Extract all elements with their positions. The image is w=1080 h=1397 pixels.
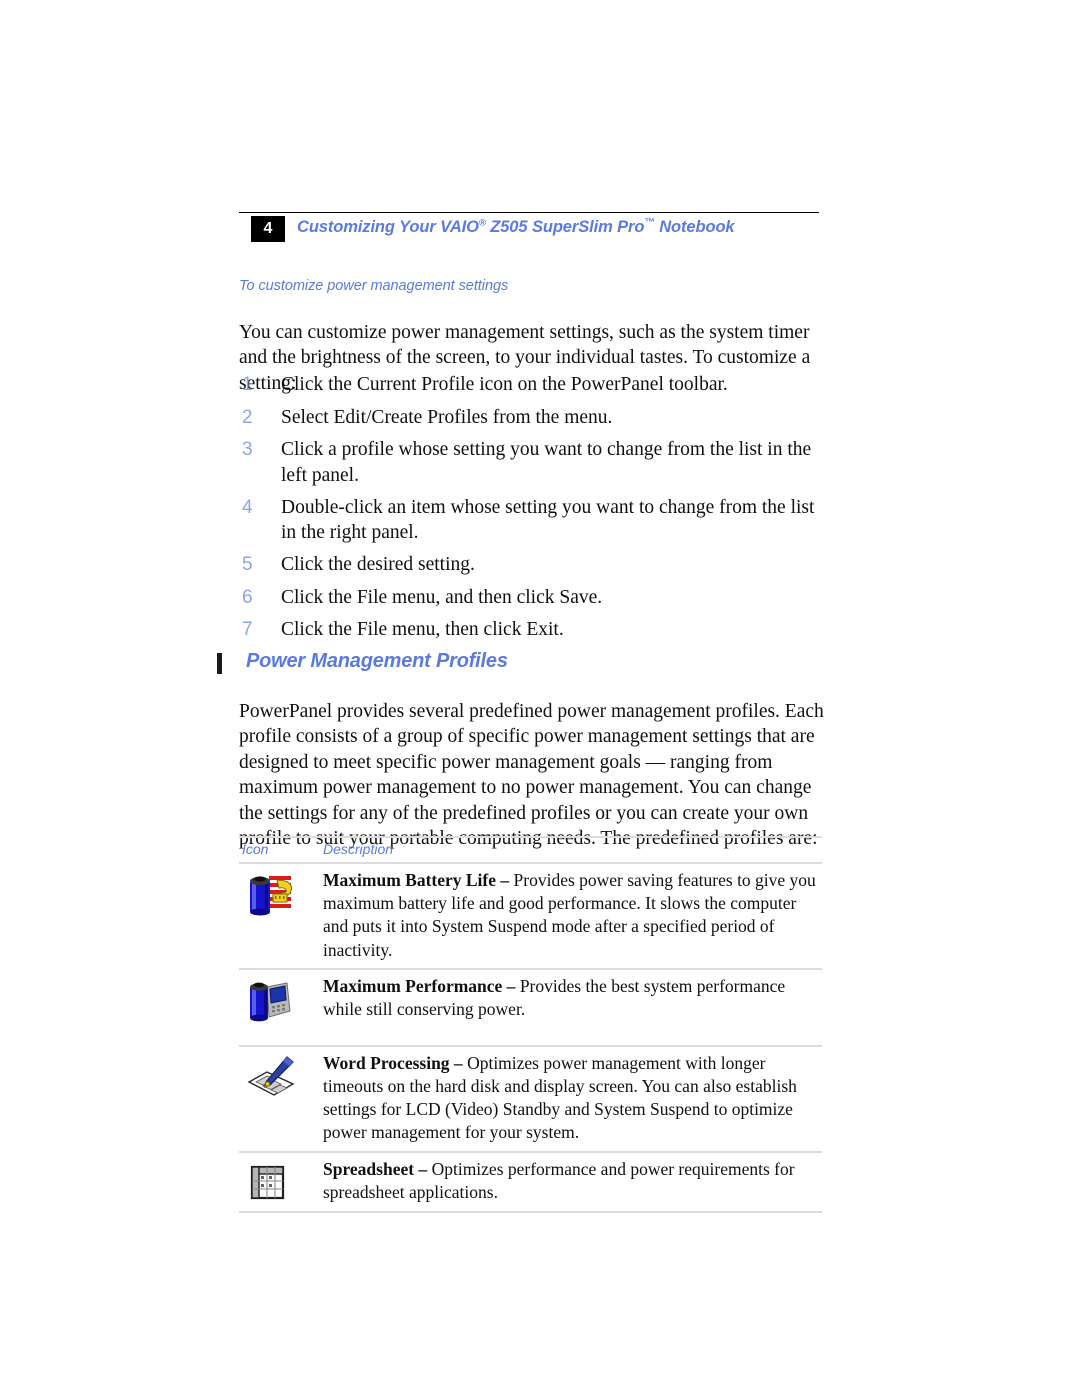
battery-performance-gauge-icon xyxy=(243,977,313,1025)
step-number: 3 xyxy=(242,439,253,460)
step-text: Double-click an item whose setting you w… xyxy=(281,496,815,544)
section-heading: Power Management Profiles xyxy=(246,650,508,672)
header-title-middle: Z505 SuperSlim Pro xyxy=(485,218,645,236)
list-item: 6 Click the File menu, and then click Sa… xyxy=(239,585,822,611)
table-cell-description: Maximum Performance – Provides the best … xyxy=(323,970,822,1027)
table-cell-description: Spreadsheet – Optimizes performance and … xyxy=(323,1153,822,1210)
step-text: Click the Current Profile icon on the Po… xyxy=(281,374,728,395)
step-number: 6 xyxy=(242,586,253,608)
trademark-symbol: ™ xyxy=(644,216,655,229)
section-marker-bar xyxy=(217,653,222,674)
step-text: Click the File menu, then click Exit. xyxy=(281,619,564,640)
list-item: 3 Click a profile whose setting you want… xyxy=(239,437,822,488)
registered-trademark-symbol: ® xyxy=(478,217,486,229)
header-title-prefix: Customizing Your VAIO xyxy=(297,218,479,236)
profile-term: Spreadsheet – xyxy=(323,1158,432,1179)
table-header-row: Icon Description xyxy=(239,838,822,862)
header-title: Customizing Your VAIO® Z505 SuperSlim Pr… xyxy=(297,216,735,237)
section-heading-block: Power Management Profiles xyxy=(217,650,822,680)
header-divider-rule xyxy=(239,212,819,213)
page-number-box: 4 xyxy=(251,216,285,242)
page-header: 4 Customizing Your VAIO® Z505 SuperSlim … xyxy=(239,216,819,244)
table-row: Spreadsheet – Optimizes performance and … xyxy=(239,1153,822,1211)
subsection-heading: To customize power management settings xyxy=(239,278,509,294)
step-number: 1 xyxy=(242,374,253,395)
pen-writing-document-icon xyxy=(243,1054,313,1102)
step-number: 7 xyxy=(242,619,253,640)
table-row: Maximum Performance – Provides the best … xyxy=(239,970,822,1045)
step-number: 5 xyxy=(242,554,253,575)
table-cell-description: Word Processing – Optimizes power manage… xyxy=(323,1047,822,1151)
list-item: 4 Double-click an item whose setting you… xyxy=(239,495,822,546)
column-header-icon: Icon xyxy=(242,841,269,857)
spreadsheet-grid-icon xyxy=(243,1160,313,1208)
step-text: Click the desired setting. xyxy=(281,554,475,575)
table-row: Word Processing – Optimizes power manage… xyxy=(239,1047,822,1151)
step-text: Click the File menu, and then click Save… xyxy=(281,586,603,608)
table-cell-description: Maximum Battery Life – Provides power sa… xyxy=(323,864,822,968)
document-page: 4 Customizing Your VAIO® Z505 SuperSlim … xyxy=(0,0,1080,1397)
profile-term: Maximum Performance – xyxy=(323,975,520,996)
list-item: 2 Select Edit/Create Profiles from the m… xyxy=(239,405,822,431)
list-item: 7 Click the File menu, then click Exit. xyxy=(239,617,822,643)
procedure-step-list: 1 Click the Current Profile icon on the … xyxy=(239,372,822,650)
battery-measuring-tape-icon xyxy=(243,871,313,919)
table-bottom-rule xyxy=(239,1210,822,1213)
step-text: Click a profile whose setting you want t… xyxy=(281,439,812,486)
list-item: 1 Click the Current Profile icon on the … xyxy=(239,372,822,398)
power-profiles-table: Icon Description Maximum Battery Life – … xyxy=(239,836,822,1213)
section-paragraph: PowerPanel provides several predefined p… xyxy=(239,700,824,850)
step-text: Select Edit/Create Profiles from the men… xyxy=(281,406,613,428)
profile-term: Word Processing – xyxy=(323,1052,468,1073)
header-title-suffix: Notebook xyxy=(654,218,735,236)
list-item: 5 Click the desired setting. xyxy=(239,552,822,578)
profile-term: Maximum Battery Life – xyxy=(323,870,514,890)
column-header-description: Description xyxy=(323,841,394,857)
table-row: Maximum Battery Life – Provides power sa… xyxy=(239,864,822,968)
step-number: 4 xyxy=(242,496,253,518)
step-number: 2 xyxy=(242,406,253,428)
